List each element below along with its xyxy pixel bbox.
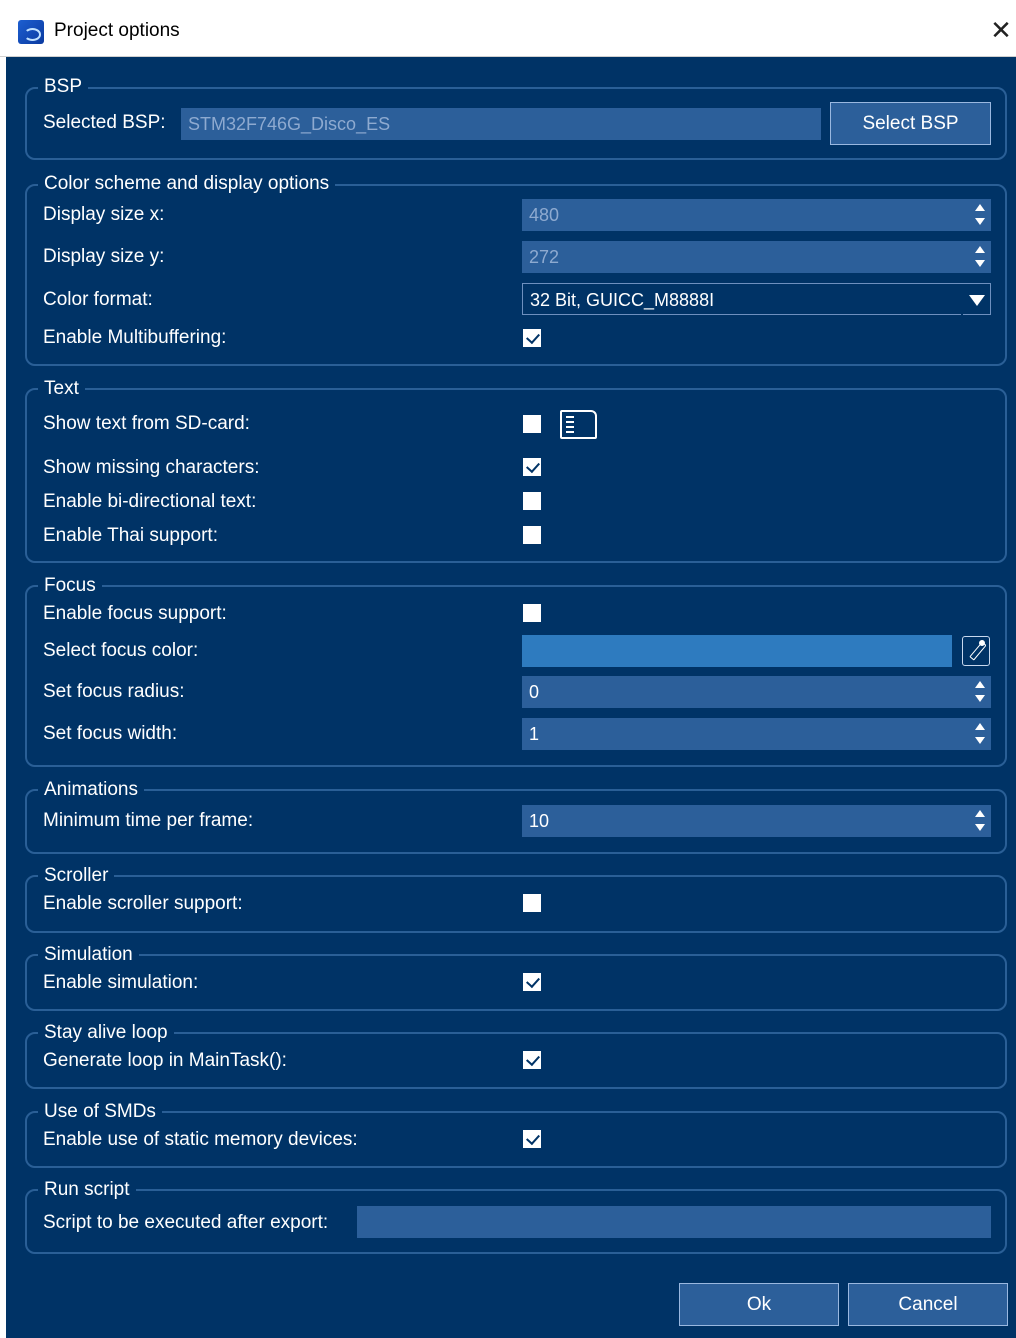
focus-radius-spinbox[interactable]: 0 [522, 676, 991, 708]
stay-alive-group-title: Stay alive loop [38, 1022, 174, 1044]
run-script-group-title: Run script [38, 1179, 136, 1201]
bidi-text-checkbox[interactable] [523, 492, 541, 510]
min-time-value: 10 [529, 811, 550, 831]
focus-radius-label: Set focus radius: [43, 681, 185, 702]
smd-group-title: Use of SMDs [38, 1101, 162, 1123]
display-size-x-spinbox[interactable]: 480 [522, 199, 991, 231]
sd-card-label: Show text from SD-card: [43, 413, 250, 434]
thai-support-checkbox[interactable] [523, 526, 541, 544]
multibuffering-checkbox[interactable] [523, 329, 541, 347]
enable-simulation-label: Enable simulation: [43, 972, 199, 993]
project-options-dialog: Project options ✕ BSP Selected BSP: STM3… [0, 0, 1016, 1338]
color-format-value: 32 Bit, GUICC_M8888I [530, 290, 715, 310]
spin-arrows-icon[interactable] [975, 204, 985, 226]
cancel-button[interactable]: Cancel [848, 1283, 1008, 1326]
focus-width-value: 1 [529, 724, 540, 744]
enable-simulation-checkbox[interactable] [523, 973, 541, 991]
focus-color-swatch[interactable] [522, 635, 952, 667]
bidi-text-label: Enable bi-directional text: [43, 491, 257, 512]
focus-radius-value: 0 [529, 682, 540, 702]
multibuffering-label: Enable Multibuffering: [43, 327, 227, 348]
select-bsp-button[interactable]: Select BSP [830, 102, 991, 145]
static-memory-checkbox[interactable] [523, 1130, 541, 1148]
spin-arrows-icon[interactable] [975, 810, 985, 832]
sd-card-icon [560, 410, 597, 439]
focus-support-checkbox[interactable] [523, 604, 541, 622]
app-icon [18, 20, 44, 44]
sd-card-checkbox[interactable] [523, 415, 541, 433]
display-size-y-value: 272 [529, 247, 560, 267]
color-format-dropdown[interactable]: 32 Bit, GUICC_M8888I [522, 283, 991, 316]
min-time-spinbox[interactable]: 10 [522, 805, 991, 837]
ok-button[interactable]: Ok [679, 1283, 839, 1326]
display-options-group-title: Color scheme and display options [38, 173, 336, 195]
scroller-support-label: Enable scroller support: [43, 893, 243, 914]
bsp-group-title: BSP [38, 76, 89, 98]
spin-arrows-icon[interactable] [975, 246, 985, 268]
window-title: Project options [54, 20, 180, 41]
focus-width-label: Set focus width: [43, 723, 178, 744]
selected-bsp-label: Selected BSP: [43, 112, 166, 133]
spin-arrows-icon[interactable] [975, 723, 985, 745]
display-size-y-spinbox[interactable]: 272 [522, 241, 991, 273]
text-group-title: Text [38, 378, 85, 400]
min-time-label: Minimum time per frame: [43, 810, 254, 831]
display-size-x-label: Display size x: [43, 204, 165, 225]
script-input[interactable] [357, 1206, 991, 1238]
simulation-group-title: Simulation [38, 944, 139, 966]
close-button[interactable]: ✕ [986, 14, 1016, 46]
display-size-y-label: Display size y: [43, 246, 165, 267]
color-picker-icon[interactable] [962, 636, 990, 666]
selected-bsp-field: STM32F746G_Disco_ES [181, 108, 821, 140]
generate-loop-label: Generate loop in MainTask(): [43, 1050, 287, 1071]
title-bar: Project options ✕ [0, 0, 1016, 57]
focus-group-title: Focus [38, 575, 102, 597]
display-size-x-value: 480 [529, 205, 560, 225]
focus-width-spinbox[interactable]: 1 [522, 718, 991, 750]
missing-characters-checkbox[interactable] [523, 458, 541, 476]
script-label: Script to be executed after export: [43, 1212, 329, 1233]
chevron-down-icon[interactable] [961, 284, 990, 316]
focus-color-label: Select focus color: [43, 640, 199, 661]
spin-arrows-icon[interactable] [975, 681, 985, 703]
scroller-support-checkbox[interactable] [523, 894, 541, 912]
thai-support-label: Enable Thai support: [43, 525, 218, 546]
static-memory-label: Enable use of static memory devices: [43, 1129, 358, 1150]
color-format-label: Color format: [43, 289, 153, 310]
scroller-group-title: Scroller [38, 865, 115, 887]
missing-characters-label: Show missing characters: [43, 457, 260, 478]
generate-loop-checkbox[interactable] [523, 1051, 541, 1069]
animations-group-title: Animations [38, 779, 144, 801]
focus-support-label: Enable focus support: [43, 603, 227, 624]
